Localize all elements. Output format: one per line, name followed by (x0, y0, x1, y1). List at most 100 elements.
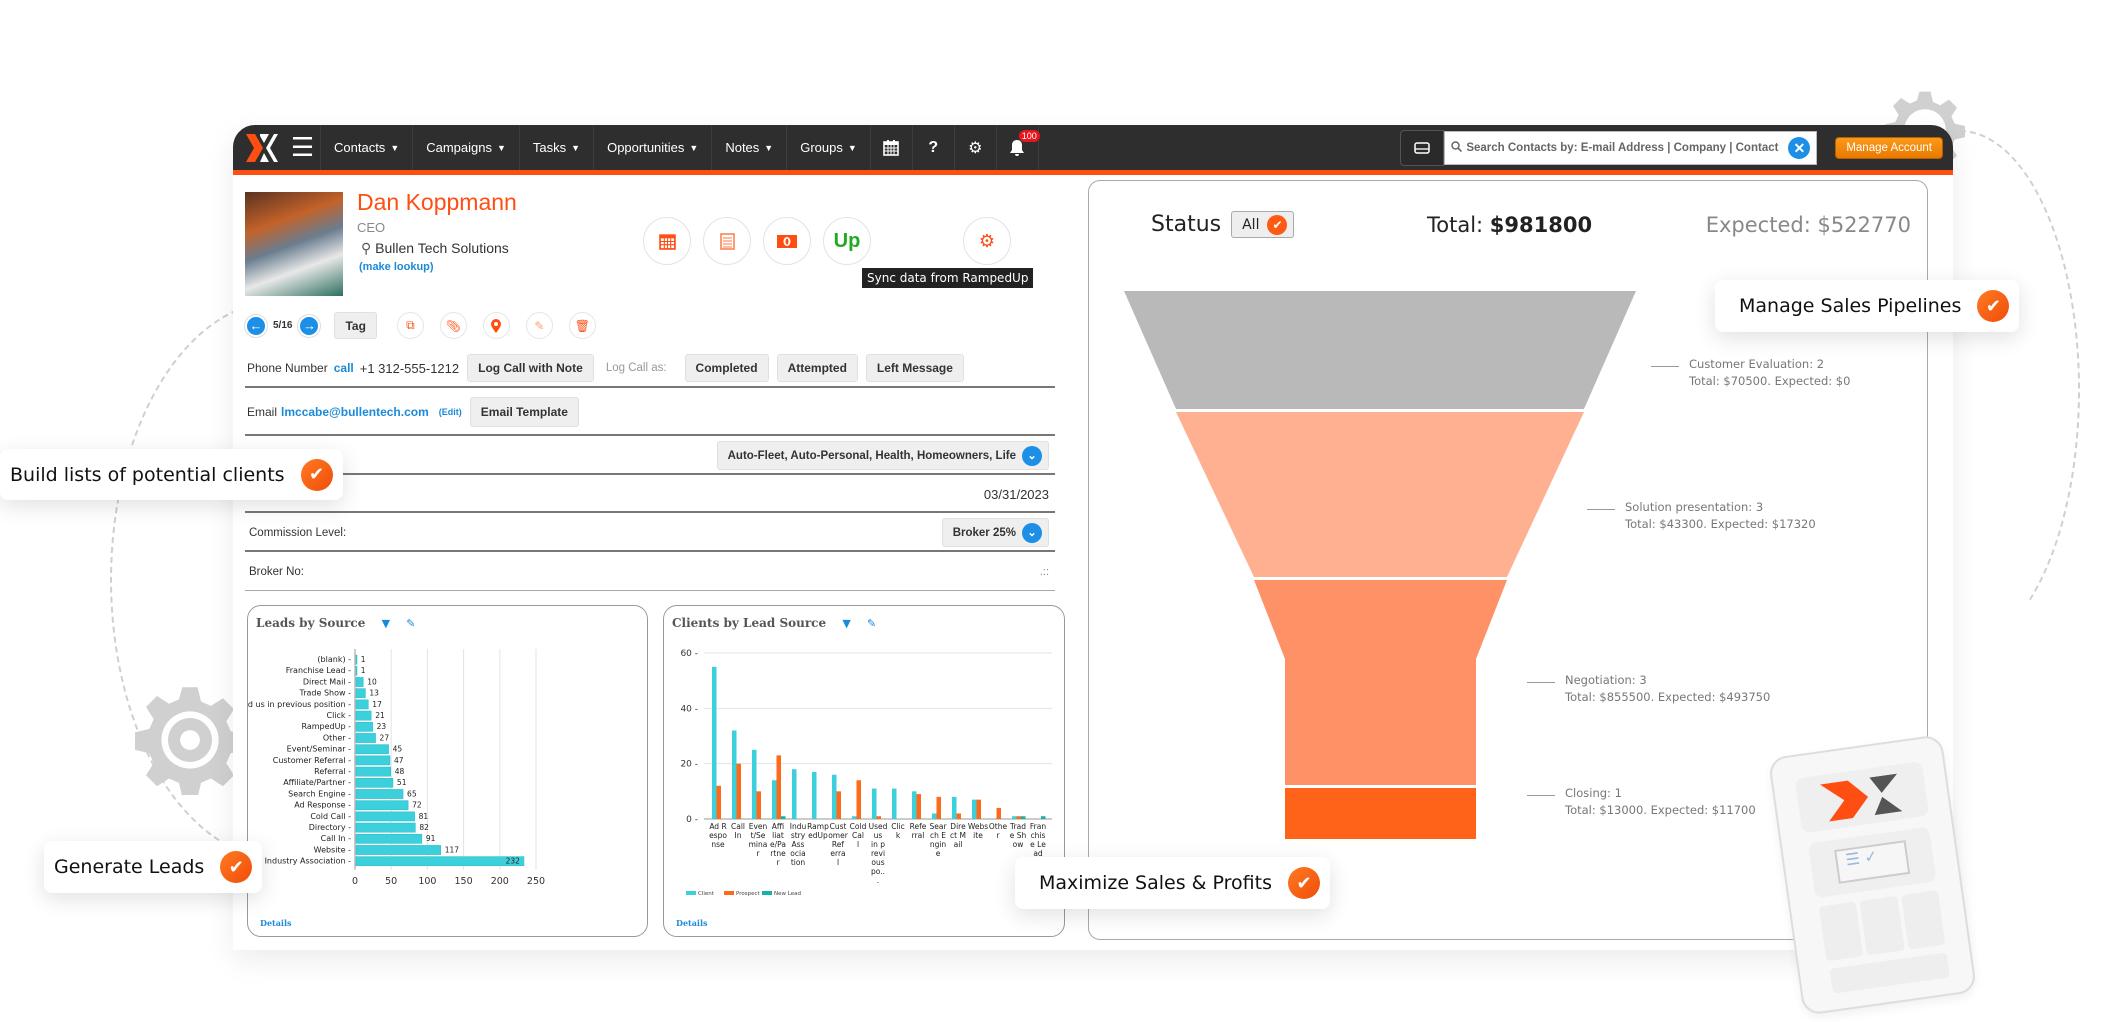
calendar-action-button[interactable] (643, 217, 691, 265)
x-tick-label: e Le (1030, 840, 1046, 849)
y-tick-label: Search Engine - (288, 789, 351, 798)
y-tick-label: Click - (327, 711, 352, 720)
bar (355, 721, 373, 732)
bar-prospect (916, 794, 921, 819)
contact-settings-button[interactable]: ⚙ (963, 217, 1011, 265)
x-tick-label: ite (973, 831, 983, 840)
delete-icon[interactable]: 🗑︎ (568, 312, 596, 339)
drive-icon[interactable] (1400, 130, 1445, 166)
bar-prospect (996, 807, 1001, 819)
stage-count: Negotiation: 3 (1565, 673, 1647, 687)
commission-select[interactable]: Broker 25% ⌄ (941, 518, 1049, 547)
hamburger-menu-icon[interactable]: ☰ (285, 125, 321, 170)
clients-panel-title-text: Clients by Lead Source (672, 616, 827, 630)
contact-company[interactable]: ⚲ Bullen Tech Solutions (361, 240, 509, 257)
x-tick-label: Cust (830, 822, 847, 831)
y-tick-label: RampedUp - (301, 722, 351, 731)
y-tick-label: 60 - (680, 649, 698, 659)
nav-groups-label: Groups (800, 140, 843, 155)
bar-prospect (836, 791, 841, 819)
bar-client (732, 730, 737, 819)
leads-details-link[interactable]: Details (260, 918, 292, 928)
help-icon[interactable]: ? (913, 125, 955, 170)
clear-search-icon[interactable]: ✕ (1788, 137, 1811, 159)
x-tick-label: r (996, 831, 1000, 840)
bar-prospect (976, 799, 981, 819)
nav-notes[interactable]: Notes ▼ (712, 125, 788, 170)
clients-details-link[interactable]: Details (676, 918, 708, 928)
manage-account-button[interactable]: Manage Account (1835, 137, 1943, 159)
bar (355, 699, 369, 710)
bar-prospect (936, 796, 941, 819)
rampedup-sync-button[interactable]: Up (823, 217, 871, 265)
log-completed-button[interactable]: Completed (684, 354, 769, 382)
nav-contacts[interactable]: Contacts ▼ (321, 125, 414, 170)
x-tick-label: Clic (891, 822, 905, 831)
log-left-message-button[interactable]: Left Message (865, 354, 964, 382)
clients-by-lead-source-panel: Clients by Lead Source ▼ ✎ 0 - 20 - 40 - 60… (663, 605, 1065, 937)
caret-down-icon: ▼ (497, 142, 506, 153)
x-tick-label: espo (709, 831, 727, 840)
top-navbar: ☰ Contacts ▼ Campaigns ▼ Tasks ▼ Opportunit… (233, 125, 1953, 175)
log-call-with-note-button[interactable]: Log Call with Note (467, 354, 594, 382)
data-label: 47 (394, 756, 404, 765)
funnel-stage-negotiation (1254, 580, 1507, 785)
copy-icon[interactable]: ⧉ (396, 312, 424, 339)
nav-groups[interactable]: Groups ▼ (787, 125, 871, 170)
tag-button[interactable]: Tag (334, 312, 377, 339)
contact-title: CEO (357, 220, 386, 235)
logo-icon[interactable] (239, 125, 285, 170)
stage-count: Solution presentation: 3 (1625, 500, 1764, 514)
x-tick-label: l (857, 840, 859, 849)
x-tick-label: po.. (871, 867, 885, 876)
filter-icon[interactable]: ▼ (842, 617, 850, 630)
badge-generate-leads-text: Generate Leads (54, 856, 205, 878)
edit-email-link[interactable]: (Edit) (439, 407, 462, 417)
gear-icon[interactable]: ⚙ (955, 125, 997, 170)
x-tick-label: Indu (790, 822, 807, 831)
renewal-date-value[interactable]: 03/31/2023 (984, 487, 1049, 502)
log-attempted-button[interactable]: Attempted (776, 354, 858, 382)
nav-opportunities[interactable]: Opportunities ▼ (594, 125, 713, 170)
next-contact-button[interactable]: → (298, 314, 321, 337)
edit-icon[interactable]: ✎ (867, 617, 876, 630)
pipeline-total: Total: $981800 (1427, 213, 1592, 237)
document-sign-icon[interactable]: ✎ (525, 312, 553, 339)
filter-icon[interactable]: ▼ (382, 617, 390, 630)
legend-label: Prospect (736, 891, 760, 897)
broker-no-value[interactable]: .:: (1040, 566, 1049, 578)
call-link[interactable]: call (334, 361, 354, 375)
contact-search-input[interactable] (1466, 142, 1789, 154)
location-pin-icon[interactable] (482, 312, 510, 339)
status-filter-value: All (1242, 216, 1260, 233)
policies-select[interactable]: Auto-Fleet, Auto-Personal, Health, Homeo… (716, 441, 1049, 470)
status-filter-select[interactable]: All ✔ (1231, 211, 1295, 238)
previous-contact-button[interactable]: ← (245, 314, 267, 337)
x-tick-label: 200 (491, 876, 509, 887)
stage-count: Customer Evaluation: 2 (1689, 357, 1825, 371)
nav-tasks-label: Tasks (532, 140, 567, 155)
nav-campaigns[interactable]: Campaigns ▼ (413, 125, 520, 170)
bar (355, 800, 409, 811)
bar-client (852, 816, 857, 819)
email-link[interactable]: lmccabe@bullentech.com (281, 405, 429, 419)
attachment-icon[interactable]: 📎︎ (439, 312, 467, 339)
email-template-button[interactable]: Email Template (469, 397, 579, 427)
money-action-button[interactable] (763, 217, 811, 265)
bell-icon[interactable]: 100 (997, 125, 1040, 170)
bar (355, 789, 404, 799)
x-tick-label: Othe (989, 822, 1008, 831)
calendar-icon[interactable] (871, 125, 913, 170)
x-tick-label: rral (912, 831, 925, 840)
make-lookup-link[interactable]: (make lookup) (359, 261, 434, 273)
contact-toolbar: ← 5/16 → Tag ⧉ 📎︎ ✎ 🗑︎ (245, 312, 596, 339)
nav-tasks[interactable]: Tasks ▼ (520, 125, 595, 170)
notes-action-button[interactable] (703, 217, 751, 265)
y-tick-label: Event/Seminar - (287, 745, 351, 754)
bar-client (952, 796, 957, 819)
phone-label: Phone Number (247, 361, 328, 375)
legend-label: Client (698, 891, 715, 897)
edit-icon[interactable]: ✎ (406, 617, 415, 630)
x-tick-label: ngin (930, 840, 947, 849)
y-tick-label: 0 - (686, 815, 698, 825)
